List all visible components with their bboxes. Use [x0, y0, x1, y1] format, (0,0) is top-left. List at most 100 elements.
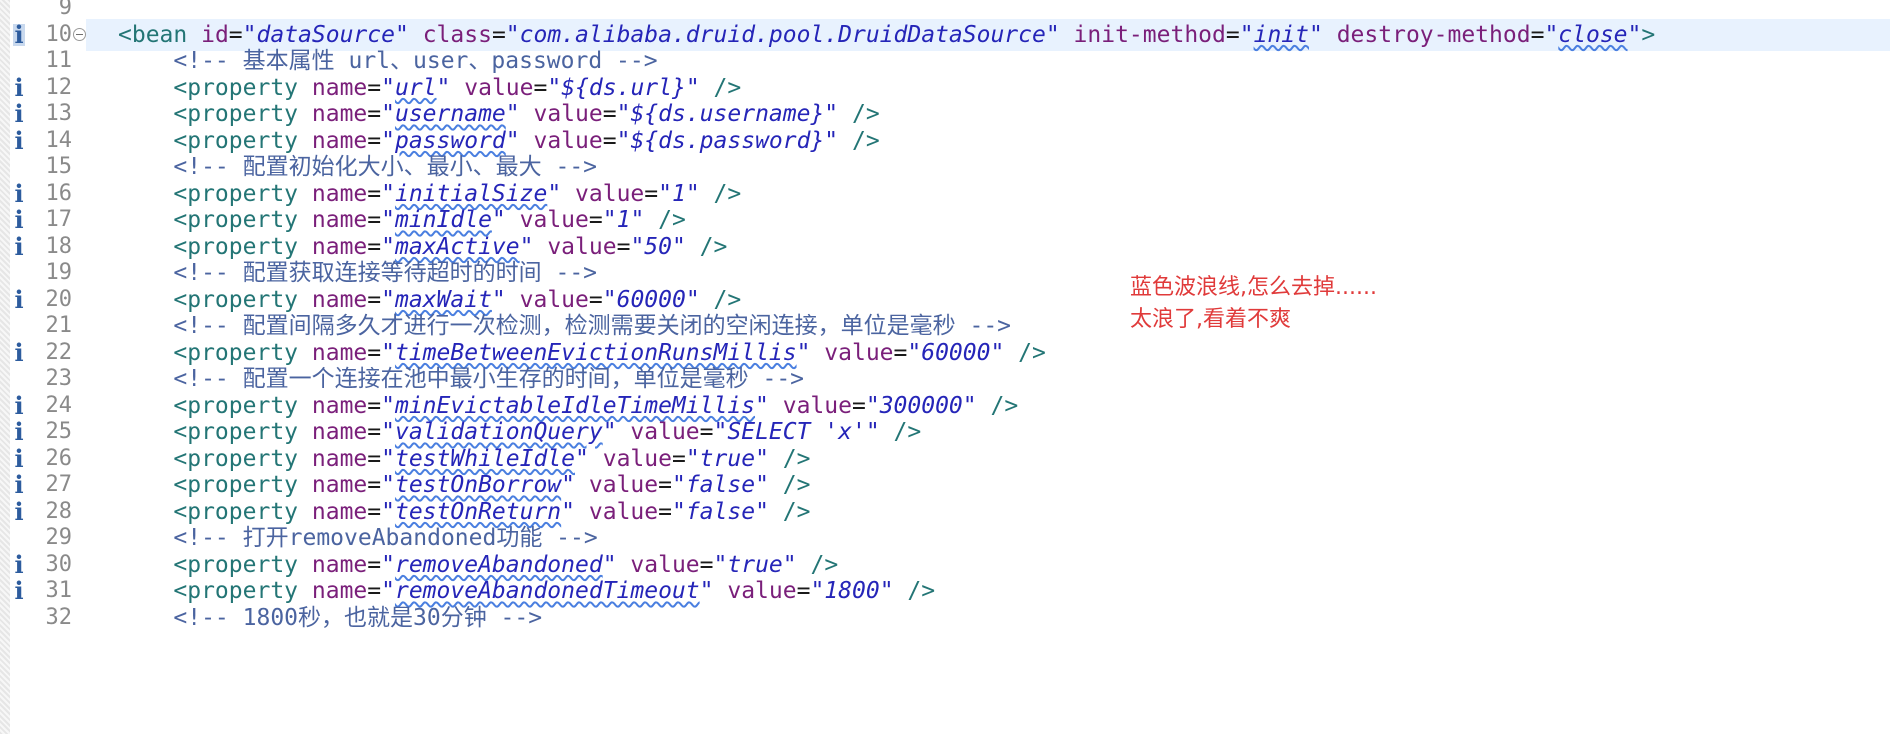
info-icon[interactable]: i	[13, 22, 25, 46]
xml-tag: <property	[173, 498, 312, 525]
code-line[interactable]: <!-- 1800秒，也就是30分钟 -->	[86, 602, 1890, 634]
code-token: =	[616, 233, 631, 260]
code-token: =	[367, 498, 382, 525]
info-icon[interactable]: i	[13, 234, 25, 258]
xml-attribute-name: name	[311, 339, 368, 366]
xml-attribute-name: value	[588, 498, 659, 525]
xml-tag: <property	[173, 207, 312, 233]
xml-attribute-value: "SELECT 'x'"	[713, 419, 880, 445]
code-token: =	[893, 339, 908, 366]
code-token: =	[644, 180, 659, 207]
info-icon[interactable]: i	[13, 75, 25, 99]
line-number: 32	[45, 604, 73, 630]
xml-tag: />	[976, 392, 1019, 419]
xml-attribute-value: "	[1239, 21, 1254, 48]
code-token: =	[367, 207, 382, 233]
spelling-squiggle-token: password	[394, 127, 506, 154]
code-token: =	[367, 101, 382, 127]
info-icon[interactable]: i	[13, 181, 25, 205]
code-token: =	[1225, 21, 1240, 48]
xml-attribute-value: "	[602, 551, 617, 578]
spelling-squiggle-token: url	[394, 74, 437, 101]
xml-attribute-value: "	[381, 180, 395, 207]
xml-attribute-value: "${ds.url}"	[547, 74, 700, 101]
xml-attribute-name: destroy-method	[1336, 21, 1531, 48]
xml-tag: />	[699, 286, 742, 313]
code-token: =	[699, 551, 714, 578]
xml-attribute-value: "	[381, 392, 395, 419]
xml-attribute-name: name	[311, 207, 368, 233]
code-token: =	[367, 74, 382, 101]
info-icon[interactable]: i	[13, 393, 25, 417]
xml-attribute-name: name	[311, 392, 368, 419]
xml-attribute-name: init-method	[1073, 21, 1226, 48]
xml-attribute-value: "dataSource"	[242, 21, 409, 48]
spelling-squiggle-token: testOnReturn	[394, 498, 562, 525]
xml-attribute-value: "50"	[630, 233, 686, 260]
xml-editor[interactable]: 9 i 10 11 i 12 i 13 i 14 15 i 16 i 17 i 18 19 i 20 21 i 22 23 i 2…	[0, 0, 1890, 734]
code-token: =	[367, 286, 382, 313]
info-icon[interactable]: i	[13, 102, 25, 126]
xml-attribute-value: "com.alibaba.druid.pool.DruidDataSource"	[505, 21, 1060, 48]
annotation-line-1: 蓝色波浪线,怎么去掉......	[1130, 275, 1377, 300]
info-icon[interactable]: i	[13, 287, 25, 311]
xml-attribute-value: "1800"	[810, 578, 894, 604]
info-icon[interactable]: i	[13, 446, 25, 470]
fold-collapse-icon[interactable]	[73, 27, 86, 41]
info-icon[interactable]: i	[13, 128, 25, 152]
info-icon[interactable]: i	[13, 208, 25, 232]
xml-attribute-value: "	[381, 339, 395, 366]
code-token: =	[658, 472, 672, 498]
xml-tag: />	[699, 74, 742, 101]
xml-attribute-value: "	[381, 207, 395, 233]
spelling-squiggle-token: testOnBorrow	[394, 472, 562, 498]
spelling-squiggle-token: validationQuery	[394, 419, 603, 445]
info-icon[interactable]: i	[13, 579, 25, 603]
xml-attribute-value: "	[505, 101, 520, 127]
xml-attribute-value: "true"	[685, 445, 769, 472]
info-icon[interactable]: i	[13, 473, 25, 497]
xml-comment: <!-- 配置一个连接在池中最小生存的时间，单位是毫秒 -->	[173, 366, 805, 392]
info-icon[interactable]: i	[13, 340, 25, 364]
xml-attribute-name: value	[575, 180, 645, 207]
info-icon[interactable]: i	[13, 420, 25, 444]
xml-attribute-value: "	[381, 233, 395, 260]
code-token: =	[367, 472, 382, 498]
info-icon[interactable]: i	[13, 499, 25, 523]
spelling-squiggle-token: removeAbandonedTimeout	[394, 578, 700, 604]
xml-comment: <!-- 1800秒，也就是30分钟 -->	[173, 604, 543, 631]
xml-attribute-name: name	[311, 578, 368, 604]
xml-attribute-value: "	[381, 578, 395, 604]
code-token: =	[367, 551, 382, 578]
code-token: =	[533, 74, 548, 101]
code-area[interactable]: <bean id="dataSource" class="com.alibaba…	[86, 0, 1890, 734]
xml-attribute-value: "false"	[671, 472, 769, 498]
xml-tag: <property	[173, 445, 312, 472]
xml-attribute-value: "	[561, 472, 576, 498]
spelling-squiggle-token: testWhileIdle	[394, 445, 575, 472]
info-icon[interactable]: i	[13, 552, 25, 576]
xml-attribute-value: "	[381, 419, 395, 445]
spelling-squiggle-token: timeBetweenEvictionRunsMillis	[394, 339, 797, 366]
xml-comment: <!-- 配置间隔多久才进行一次检测，检测需要关闭的空闲连接，单位是毫秒 -->	[173, 313, 1012, 339]
xml-tag: <property	[173, 74, 312, 101]
xml-attribute-name: value	[519, 207, 589, 233]
xml-tag: <property	[173, 286, 312, 313]
xml-tag: <property	[173, 472, 312, 498]
